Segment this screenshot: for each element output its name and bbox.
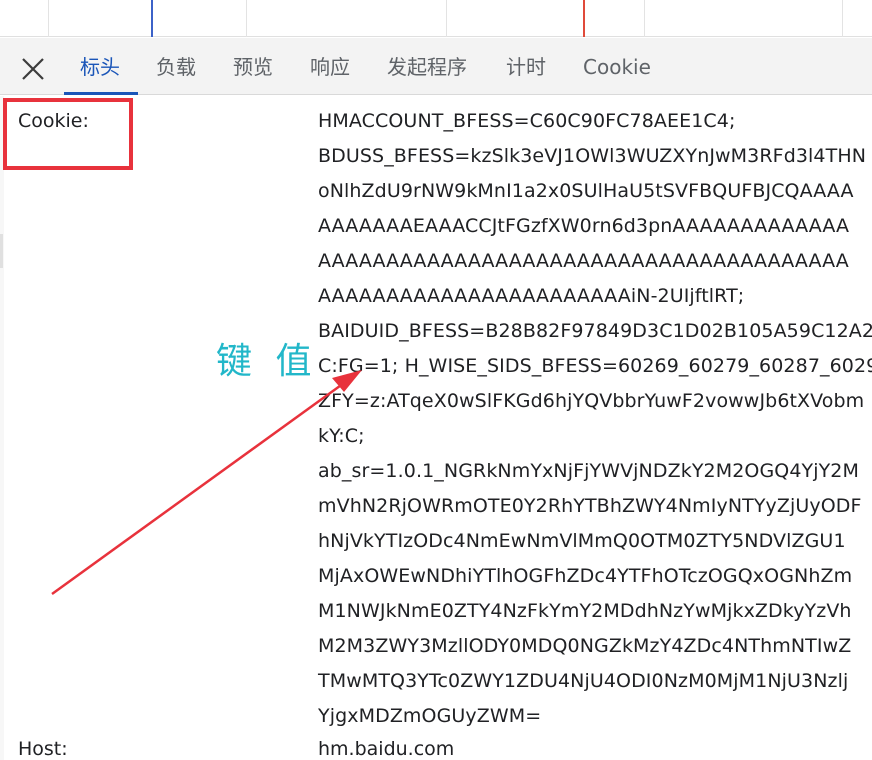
cookie-value-line: C:FG=1; H_WISE_SIDS_BFESS=60269_60279_60… bbox=[318, 355, 872, 377]
cookie-value-line: HMACCOUNT_BFESS=C60C90FC78AEE1C4; bbox=[318, 110, 736, 132]
cookie-value-line: BAIDUID_BFESS=B28B82F97849D3C1D02B105A59… bbox=[318, 320, 872, 342]
tab-timing[interactable]: 计时 bbox=[506, 38, 546, 94]
cookie-value-line: M1NWJkNmE0ZTY4NzFkYmY2MDdhNzYwMjkxZDkyYz… bbox=[318, 600, 852, 622]
timeline-load-marker bbox=[583, 0, 585, 37]
cookie-value-line: M2M3ZWY3MzllODY0MDQ0NGZkMzY4ZDc4NThmNTIw… bbox=[318, 635, 852, 657]
tab-preview[interactable]: 预览 bbox=[233, 38, 273, 94]
cookie-value-line: ab_sr=1.0.1_NGRkNmYxNjFjYWVjNDZkY2M2OGQ4… bbox=[318, 460, 859, 482]
cookie-value-line: AAAAAAAEAAACCJtFGzfXW0rn6d3pnAAAAAAAAAAA… bbox=[318, 215, 850, 237]
cookie-value-line: mVhN2RjOWRmOTE0Y2RhYTBhZWY4NmIyNTYyZjUyO… bbox=[318, 495, 862, 517]
cookie-value-line: TMwMTQ3YTc0ZWY1ZDU4NjU4ODI0NzM0MjM1NjU3N… bbox=[318, 670, 849, 692]
cookie-value-line: YjgxMDZmOGUyZWM= bbox=[318, 705, 542, 727]
timeline-dom-content-loaded-marker bbox=[151, 0, 153, 37]
timeline-gridline bbox=[48, 0, 49, 37]
timeline-gridline bbox=[246, 0, 247, 37]
cookie-value-line: MjAxOWEwNDhiYTlhOGFhZDc4YTFhOTczOGQxOGNh… bbox=[318, 565, 853, 587]
panel-left-edge bbox=[0, 96, 4, 760]
cookie-value-line: kY:C; bbox=[318, 425, 365, 447]
close-button[interactable] bbox=[10, 50, 54, 84]
key-value-annotation: 键 值 bbox=[216, 341, 318, 382]
cookie-highlight-box bbox=[3, 98, 133, 170]
timeline-gridline bbox=[842, 0, 843, 37]
cookie-value-line: BDUSS_BFESS=kzSlk3eVJ1OWl3WUZXYnJwM3RFd3… bbox=[318, 145, 867, 167]
cookie-value-line: hNjVkYTIzODc4NmEwNmVlMmQ0OTM0ZTY5NDVlZGU… bbox=[318, 530, 846, 552]
tab-payload[interactable]: 负载 bbox=[156, 38, 196, 94]
panel-scroll-indicator bbox=[0, 234, 3, 268]
headers-panel: Cookie: HMACCOUNT_BFESS=C60C90FC78AEE1C4… bbox=[0, 96, 872, 760]
close-icon bbox=[22, 58, 44, 80]
cookie-value-line: ZFY=z:ATqeX0wSlFKGd6hjYQVbbrYuwF2vowwJb6… bbox=[318, 390, 865, 412]
tab-initiator[interactable]: 发起程序 bbox=[387, 38, 467, 94]
request-details-tabbar: 标头 负载 预览 响应 发起程序 计时 Cookie bbox=[0, 38, 872, 95]
timeline-gridline bbox=[446, 0, 447, 37]
tab-headers[interactable]: 标头 bbox=[64, 38, 138, 95]
cookie-value-line: oNlhZdU9rNW9kMnI1a2x0SUlHaU5tSVFBQUFBJCQ… bbox=[318, 180, 854, 202]
tab-response[interactable]: 响应 bbox=[310, 38, 350, 94]
tab-cookies[interactable]: Cookie bbox=[583, 38, 651, 94]
timeline-gridline bbox=[644, 0, 645, 37]
network-timeline bbox=[0, 0, 872, 37]
cookie-value-line: AAAAAAAAAAAAAAAAAAAAAAAAAAAAAAAAAAAAAAA bbox=[318, 250, 849, 272]
host-header-value[interactable]: hm.baidu.com bbox=[318, 738, 454, 760]
cookie-value-line: AAAAAAAAAAAAAAAAAAAAAAAiN-2UIjftlRT; bbox=[318, 285, 745, 307]
header-name-host: Host: bbox=[18, 738, 68, 760]
